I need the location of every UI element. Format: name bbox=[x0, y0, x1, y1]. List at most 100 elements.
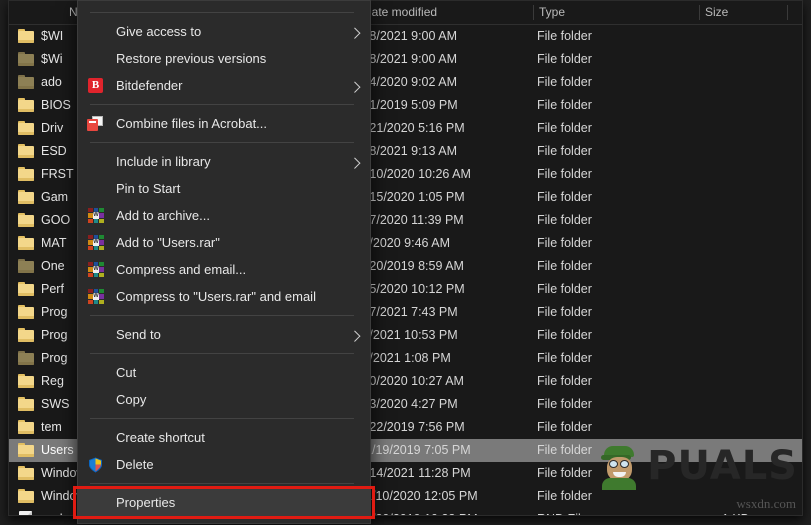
file-type: File folder bbox=[537, 121, 592, 135]
menu-item-label: Give access to bbox=[116, 24, 202, 39]
winrar-icon: W bbox=[88, 288, 104, 305]
menu-item-icon-slot: W bbox=[86, 207, 106, 225]
folder-icon bbox=[18, 351, 34, 365]
folder-icon bbox=[18, 167, 34, 181]
file-date-modified: /3/2021 10:53 PM bbox=[359, 328, 458, 342]
file-type: File folder bbox=[537, 167, 592, 181]
menu-item-label: Properties bbox=[116, 495, 176, 510]
file-date-modified: /18/2021 9:00 AM bbox=[359, 29, 457, 43]
menu-item-icon-slot bbox=[86, 494, 106, 512]
menu-item-label: Send to bbox=[116, 327, 161, 342]
menu-item-cut[interactable]: Cut bbox=[78, 359, 370, 386]
menu-item-copy[interactable]: Copy bbox=[78, 386, 370, 413]
file-date-modified: 2/22/2019 7:56 PM bbox=[359, 420, 465, 434]
menu-item-delete[interactable]: Delete bbox=[78, 451, 370, 478]
menu-item-icon-slot bbox=[86, 364, 106, 382]
menu-divider bbox=[90, 104, 354, 105]
menu-item-icon-slot bbox=[86, 153, 106, 171]
file-type: File folder bbox=[537, 489, 592, 503]
menu-item-icon-slot: W bbox=[86, 234, 106, 252]
menu-item-label: Combine files in Acrobat... bbox=[116, 116, 268, 131]
menu-item-icon-slot bbox=[86, 326, 106, 344]
menu-item-label: Add to archive... bbox=[116, 208, 210, 223]
menu-item-label: Cut bbox=[116, 365, 137, 380]
file-date-modified: 1/20/2019 8:59 AM bbox=[359, 259, 464, 273]
folder-icon bbox=[18, 420, 34, 434]
folder-icon bbox=[18, 282, 34, 296]
column-header-date-modified[interactable]: Date modified bbox=[363, 4, 533, 21]
column-divider-4[interactable] bbox=[787, 5, 788, 20]
winrar-icon: W bbox=[88, 261, 104, 278]
menu-item-icon-slot bbox=[86, 115, 106, 133]
uac-shield-icon bbox=[88, 457, 103, 473]
winrar-icon: W bbox=[88, 207, 104, 224]
column-divider-2[interactable] bbox=[533, 5, 534, 20]
file-type: File folder bbox=[537, 305, 592, 319]
chevron-right-icon bbox=[349, 27, 361, 39]
menu-item-label: Bitdefender bbox=[116, 78, 183, 93]
file-date-modified: /27/2021 7:43 PM bbox=[359, 305, 458, 319]
menu-item-label: Create shortcut bbox=[116, 430, 205, 445]
file-type: File folder bbox=[537, 75, 592, 89]
menu-item-icon-slot: B bbox=[86, 77, 106, 95]
menu-item-include-in-library[interactable]: Include in library bbox=[78, 148, 370, 175]
file-date-modified: 11/10/2020 12:05 PM bbox=[359, 489, 478, 503]
menu-item-create-shortcut[interactable]: Create shortcut bbox=[78, 424, 370, 451]
folder-icon bbox=[18, 29, 34, 43]
menu-item-pin-to-start[interactable]: Pin to Start bbox=[78, 175, 370, 202]
folder-icon bbox=[18, 328, 34, 342]
menu-divider bbox=[90, 315, 354, 316]
file-type: File folder bbox=[537, 397, 592, 411]
file-type: File folder bbox=[537, 29, 592, 43]
menu-item-restore-previous-versions[interactable]: Restore previous versions bbox=[78, 45, 370, 72]
menu-item-properties[interactable]: Properties bbox=[78, 489, 370, 516]
file-type: File folder bbox=[537, 144, 592, 158]
menu-item-add-to-archive[interactable]: W Add to archive... bbox=[78, 202, 370, 229]
file-date-modified: /18/2021 9:00 AM bbox=[359, 52, 457, 66]
folder-icon bbox=[18, 305, 34, 319]
watermark-text: PUALS bbox=[647, 443, 798, 489]
menu-item-icon-slot bbox=[86, 50, 106, 68]
file-type: File folder bbox=[537, 351, 592, 365]
menu-item-icon-slot: W bbox=[86, 288, 106, 306]
menu-item-send-to[interactable]: Send to bbox=[78, 321, 370, 348]
menu-item-add-to-users-rar[interactable]: W Add to "Users.rar" bbox=[78, 229, 370, 256]
menu-item-combine-files-in-acrobat[interactable]: Combine files in Acrobat... bbox=[78, 110, 370, 137]
menu-divider bbox=[90, 483, 354, 484]
menu-item-label: Delete bbox=[116, 457, 154, 472]
file-type: File folder bbox=[537, 420, 592, 434]
menu-divider bbox=[90, 12, 354, 13]
menu-item-give-access-to[interactable]: Give access to bbox=[78, 18, 370, 45]
file-date-modified: /1/2020 9:46 AM bbox=[359, 236, 451, 250]
column-header-size[interactable]: Size bbox=[705, 4, 785, 21]
folder-icon bbox=[18, 144, 34, 158]
menu-item-compress-to-users-rar-and-email[interactable]: W Compress to "Users.rar" and email bbox=[78, 283, 370, 310]
file-date-modified: 11/20/2019 10:38 PM bbox=[359, 508, 519, 515]
file-date-modified: 2/15/2020 1:05 PM bbox=[359, 190, 465, 204]
file-date-modified: /24/2020 9:02 AM bbox=[359, 75, 457, 89]
menu-item-icon-slot bbox=[86, 23, 106, 41]
file-type: File folder bbox=[537, 259, 592, 273]
column-divider-3[interactable] bbox=[699, 5, 700, 20]
menu-item-compress-and-email[interactable]: W Compress and email... bbox=[78, 256, 370, 283]
folder-icon bbox=[18, 52, 34, 66]
folder-icon bbox=[18, 397, 34, 411]
menu-item-bitdefender[interactable]: B Bitdefender bbox=[78, 72, 370, 99]
file-date-modified: 11/19/2019 7:05 PM bbox=[359, 443, 471, 457]
context-menu[interactable]: Give access to Restore previous versions B… bbox=[77, 0, 371, 524]
menu-item-icon-slot: W bbox=[86, 261, 106, 279]
menu-item-label: Copy bbox=[116, 392, 147, 407]
column-header-type[interactable]: Type bbox=[539, 4, 679, 21]
menu-item-icon-slot bbox=[86, 456, 106, 474]
menu-divider bbox=[90, 418, 354, 419]
file-type: File folder bbox=[537, 213, 592, 227]
folder-icon bbox=[18, 98, 34, 112]
file-date-modified: 1/7/2020 11:39 PM bbox=[359, 213, 464, 227]
file-date-modified: 1/10/2020 10:26 AM bbox=[359, 167, 471, 181]
folder-icon bbox=[18, 259, 34, 273]
file-date-modified: /18/2021 9:13 AM bbox=[359, 144, 457, 158]
file-date-modified: /7/2021 1:08 PM bbox=[359, 351, 451, 365]
file-type: File folder bbox=[537, 98, 592, 112]
menu-item-icon-slot bbox=[86, 391, 106, 409]
file-date-modified: /15/2020 10:12 PM bbox=[359, 282, 465, 296]
